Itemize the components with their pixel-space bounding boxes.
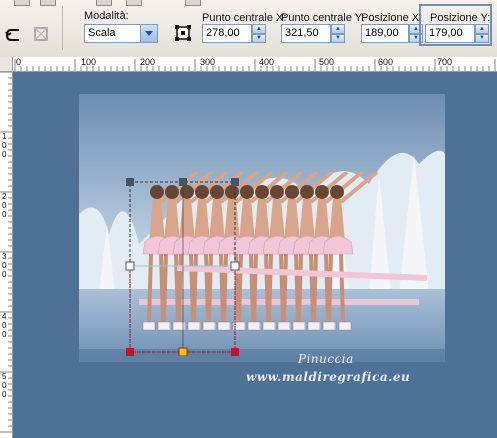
v-ruler-label: 5 0 0 [2, 372, 7, 399]
center-y-stepper[interactable]: ▲ ▼ [331, 24, 345, 43]
h-ruler-label: 600 [378, 57, 394, 67]
vertical-ruler[interactable]: 1 0 0 2 0 0 3 0 0 4 0 0 5 0 0 [0, 72, 13, 438]
spin-up-icon[interactable]: ▲ [252, 24, 266, 34]
pos-y-stepper[interactable]: ▲ ▼ [475, 24, 489, 43]
v-ruler-label: 2 0 0 [2, 192, 7, 219]
center-y-field[interactable]: 321,50 [281, 24, 331, 43]
h-ruler-label: 200 [140, 57, 156, 67]
h-ruler-label: 400 [259, 57, 275, 67]
pos-y-label: Posizione Y: [430, 12, 491, 24]
transform-selection[interactable] [123, 176, 243, 356]
horizontal-ruler[interactable]: 0 100 200 300 400 500 600 700 [13, 57, 497, 72]
image-canvas[interactable]: Pinuccia www.maldiregrafica.eu [13, 72, 497, 438]
center-y-label: Punto centrale Y: [281, 12, 365, 24]
center-x-field[interactable]: 278,00 [202, 24, 252, 43]
ruler-corner [0, 57, 13, 72]
skater-figure [322, 172, 379, 331]
pick-center-icon[interactable] [172, 22, 194, 44]
apply-transform-icon[interactable] [30, 23, 52, 45]
chevron-down-icon[interactable] [140, 25, 157, 42]
watermark-url: www.maldiregrafica.eu [246, 370, 411, 384]
mode-select-value: Scala [88, 27, 116, 39]
toolbar-icon-top-2[interactable] [40, 0, 56, 6]
h-ruler-label: 300 [200, 57, 216, 67]
spin-down-icon[interactable]: ▼ [331, 33, 345, 43]
mode-label: Modalità: [84, 10, 129, 22]
v-ruler-label: 1 0 0 [2, 132, 7, 159]
center-x-label: Punto centrale X: [202, 12, 287, 24]
tool-options-bar: Modalità: Scala Punto centrale X: 278,00… [0, 0, 497, 58]
v-ruler-label: 3 0 0 [2, 252, 7, 279]
v-ruler-label: 4 0 0 [2, 312, 7, 339]
spin-down-icon[interactable]: ▼ [252, 33, 266, 43]
h-ruler-label: 0 [16, 57, 22, 67]
spin-up-icon[interactable]: ▲ [475, 24, 489, 34]
h-ruler-label: 700 [437, 57, 453, 67]
reset-icon[interactable] [3, 24, 25, 46]
pos-y-field[interactable]: 179,00 [425, 24, 475, 43]
toolbar-icon-top-5[interactable] [185, 0, 201, 6]
center-x-stepper[interactable]: ▲ ▼ [252, 24, 266, 43]
toolbar-icon-top-4[interactable] [126, 0, 142, 6]
pos-x-field[interactable]: 189,00 [361, 24, 409, 43]
toolbar-separator [62, 6, 63, 50]
toolbar-icon-top-3[interactable] [96, 0, 112, 6]
pos-x-label: Posizione X: [361, 12, 423, 24]
toolbar-icon-top-1[interactable] [14, 0, 30, 6]
watermark-signature: Pinuccia [298, 352, 354, 366]
mode-select[interactable]: Scala [84, 24, 158, 43]
h-ruler-label: 100 [81, 57, 97, 67]
h-ruler-label: 500 [319, 57, 335, 67]
spin-up-icon[interactable]: ▲ [331, 24, 345, 34]
spin-down-icon[interactable]: ▼ [475, 33, 489, 43]
